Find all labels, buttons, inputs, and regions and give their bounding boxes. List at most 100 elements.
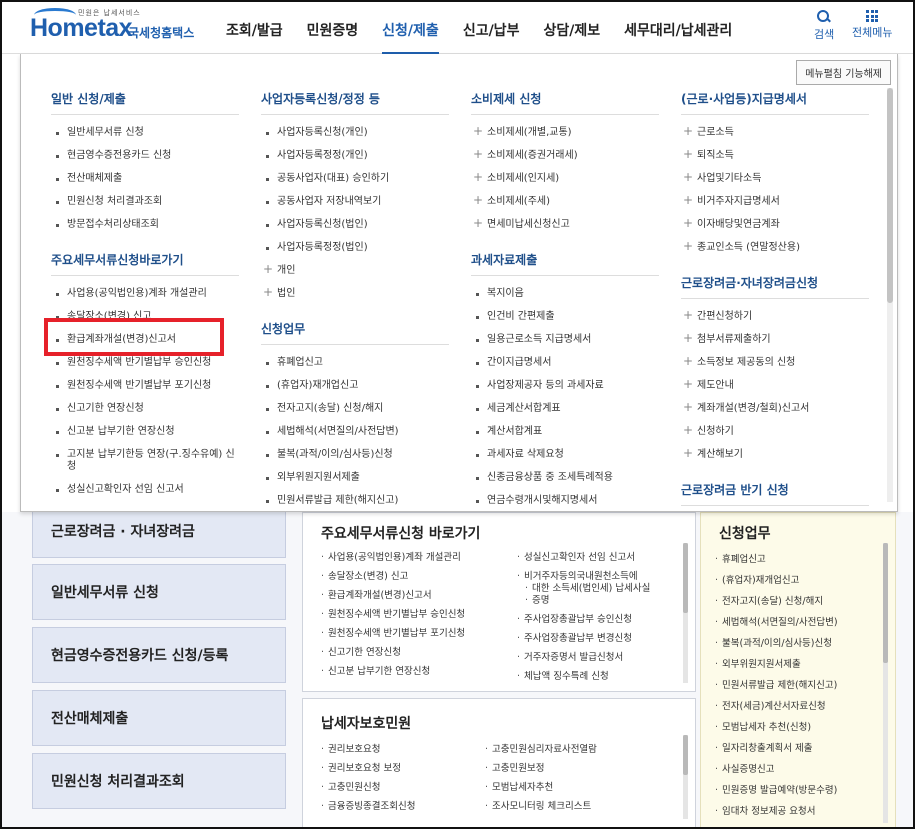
general-tax-doc-button[interactable]: 일반세무서류 신청 — [32, 564, 286, 620]
apply-task-link[interactable]: 사실증명신고 — [715, 761, 774, 775]
all-menu-button[interactable]: 전체메뉴 — [852, 10, 892, 40]
menu-item[interactable]: 전자고지(송달) 신청/해지 — [261, 398, 449, 421]
menu-item[interactable]: 세법해석(서면질의/사전답변) — [261, 421, 449, 444]
nav-civil-cert[interactable]: 민원증명 — [307, 20, 359, 40]
expand-item[interactable]: 퇴직소득 — [681, 145, 869, 168]
menu-item[interactable]: 일반세무서류 신청 — [51, 122, 239, 145]
nav-consult-report[interactable]: 상담/제보 — [543, 20, 600, 40]
menu-item[interactable]: 연금수령개시및해지명세서 — [471, 490, 659, 511]
section-major-docs[interactable]: 주요세무서류신청바로가기 — [51, 251, 239, 276]
apply-task-link[interactable]: 모범납세자 추천(신청) — [715, 719, 811, 733]
expand-item[interactable]: 간편신청하기 — [681, 306, 869, 329]
panel1-link[interactable]: 원천징수세액 반기별납부 포기신청 — [321, 625, 465, 639]
menu-item[interactable]: 방문접수처리상태조회 — [51, 214, 239, 237]
panel1-link[interactable]: 사업용(공익법인용)계좌 개설관리 — [321, 549, 461, 563]
apply-task-link[interactable]: (휴업자)재개업신고 — [715, 572, 799, 586]
hometax-logo[interactable]: 민원은 납세서비스 Hometax 국세청홈택스 — [30, 8, 200, 44]
search-button[interactable]: 검색 — [814, 10, 834, 42]
expand-item[interactable]: 소득정보 제공동의 신청 — [681, 352, 869, 375]
expand-item[interactable]: 면세미납세신청신고 — [471, 214, 659, 237]
menu-item[interactable]: 사업자등록신청(법인) — [261, 214, 449, 237]
expand-item[interactable]: 제도안내 — [681, 375, 869, 398]
panel1-link[interactable]: 송달장소(변경) 신고 — [321, 568, 408, 582]
section-eitc-apply[interactable]: 근로장려금·자녀장려금신청 — [681, 274, 869, 299]
menu-item[interactable]: 사업자등록정정(법인) — [261, 237, 449, 260]
menu-item[interactable]: 불복(과적/이의/심사등)신청 — [261, 444, 449, 467]
menu-item[interactable]: 과세자료 삭제요청 — [471, 444, 659, 467]
menu-item[interactable]: 외부위원지원서제출 — [261, 467, 449, 490]
panel1-link[interactable]: 원천징수세액 반기별납부 승인신청 — [321, 606, 465, 620]
expand-item[interactable]: 소비제세(증권거래세) — [471, 145, 659, 168]
nav-report-pay[interactable]: 신고/납부 — [463, 20, 520, 40]
menu-item[interactable]: 성실신고확인자 선임 신고서 — [51, 479, 239, 502]
eitc-button[interactable]: 근로장려금 · 자녀장려금 — [32, 504, 286, 558]
menu-item[interactable]: 사업자등록신청(개인) — [261, 122, 449, 145]
section-consumption-tax[interactable]: 소비제세 신청 — [471, 90, 659, 115]
apply-task-link[interactable]: 세법해석(서면질의/사전답변) — [715, 614, 838, 628]
civil-result-button[interactable]: 민원신청 처리결과조회 — [32, 753, 286, 809]
menu-item[interactable]: 신고분 납부기한 연장신청 — [51, 421, 239, 444]
menu-item[interactable]: 휴폐업신고 — [261, 352, 449, 375]
panel1-link[interactable]: 체납액 징수특례 신청 — [517, 668, 609, 682]
menu-item[interactable]: 세금계산서합계표 — [471, 398, 659, 421]
apply-task-link[interactable]: 휴폐업신고 — [715, 551, 766, 565]
menu-item[interactable]: 인건비 간편제출 — [471, 306, 659, 329]
menu-item[interactable]: 사업용(공익법인용)계좌 개설관리 — [51, 283, 239, 306]
menu-item[interactable]: 일용근로소득 지급명세서 — [471, 329, 659, 352]
menu-item[interactable]: 신고기한 연장신청 — [51, 398, 239, 421]
apply-task-link[interactable]: 임대차 정보제공 요청서 — [715, 803, 815, 817]
menu-item[interactable]: 공동사업자(대표) 승인하기 — [261, 168, 449, 191]
panel1-link[interactable]: 주사업장총괄납부 변경신청 — [517, 630, 632, 644]
expand-item[interactable]: 종교인소득 (연말정산용) — [681, 237, 869, 260]
panel1-link[interactable]: 주사업장총괄납부 승인신청 — [517, 611, 632, 625]
section-apply-tasks[interactable]: 신청업무 — [261, 320, 449, 345]
menu-item[interactable]: 원천징수세액 반기별납부 포기신청 — [51, 375, 239, 398]
panel2-link[interactable]: 고충민원보정 — [485, 760, 544, 774]
apply-task-link[interactable]: 전자고지(송달) 신청/해지 — [715, 593, 823, 607]
expand-item[interactable]: 계산해보기 — [681, 444, 869, 467]
section-general-apply[interactable]: 일반 신청/제출 — [51, 90, 239, 115]
panel3-scrollbar[interactable] — [883, 543, 888, 823]
electronic-media-button[interactable]: 전산매체제출 — [32, 690, 286, 746]
menu-item[interactable]: 전산매체제출 — [51, 168, 239, 191]
section-business-registration[interactable]: 사업자등록신청/정정 등 — [261, 90, 449, 115]
panel2-scrollbar[interactable] — [683, 735, 688, 819]
apply-task-link[interactable]: 전자(세금)계산서자료신청 — [715, 698, 826, 712]
expand-item[interactable]: 소비제세(개별,교통) — [471, 122, 659, 145]
apply-task-link[interactable]: 민원서류발급 제한(해지신고) — [715, 677, 837, 691]
menu-item[interactable]: (휴업자)재개업신고 — [261, 375, 449, 398]
panel2-link[interactable]: 권리보호요청 — [321, 741, 380, 755]
menu-item[interactable]: 공동사업자 저장내역보기 — [261, 191, 449, 214]
nav-tax-agent[interactable]: 세무대리/납세관리 — [624, 20, 732, 40]
section-tax-data-submit[interactable]: 과세자료제출 — [471, 251, 659, 276]
menu-item[interactable]: 민원신청 처리결과조회 — [51, 191, 239, 214]
apply-task-link[interactable]: 일자리창출계획서 제출 — [715, 740, 812, 754]
expand-item-corporate[interactable]: 법인 — [261, 283, 449, 306]
expand-item[interactable]: 사업및기타소득 — [681, 168, 869, 191]
panel1-link[interactable]: 신고기한 연장신청 — [321, 644, 401, 658]
expand-item[interactable]: 비거주자지급명세서 — [681, 191, 869, 214]
expand-item[interactable]: 계좌개설(변경/철회)신고서 — [681, 398, 869, 421]
menu-item[interactable]: 복지이음 — [471, 283, 659, 306]
expand-item-individual[interactable]: 개인 — [261, 260, 449, 283]
panel2-link[interactable]: 조사모니터링 체크리스트 — [485, 798, 591, 812]
apply-task-link[interactable]: 민원증명 발급예약(방문수령) — [715, 782, 837, 796]
nav-inquiry[interactable]: 조회/발급 — [226, 20, 283, 40]
section-payment-statements[interactable]: (근로·사업등)지급명세서 — [681, 90, 869, 115]
menu-expand-toggle-button[interactable]: 메뉴펼침 기능해제 — [796, 60, 891, 85]
menu-item[interactable]: 간이지급명세서 — [471, 352, 659, 375]
panel1-link[interactable]: 거주자증명서 발급신청서 — [517, 649, 623, 663]
menu-item[interactable]: 사업장제공자 등의 과세자료 — [471, 375, 659, 398]
expand-item[interactable]: 신청하기 — [681, 421, 869, 444]
expand-item[interactable]: 소비제세(주세) — [471, 191, 659, 214]
panel1-scrollbar[interactable] — [683, 543, 688, 683]
apply-task-link[interactable]: 외부위원지원서제출 — [715, 656, 801, 670]
panel2-link[interactable]: 모범납세자추천 — [485, 779, 553, 793]
expand-item[interactable]: 소비제세(인지세) — [471, 168, 659, 191]
expand-item[interactable]: 이자배당및연금계좌 — [681, 214, 869, 237]
expand-item[interactable]: 첨부서류제출하기 — [681, 329, 869, 352]
mega-menu-scrollbar[interactable] — [887, 88, 893, 502]
menu-item[interactable]: 민원서류발급 제한(해지신고) — [261, 490, 449, 511]
panel2-link[interactable]: 고충민원신청 — [321, 779, 380, 793]
panel1-link[interactable]: 환급계좌개설(변경)신고서 — [321, 587, 432, 601]
